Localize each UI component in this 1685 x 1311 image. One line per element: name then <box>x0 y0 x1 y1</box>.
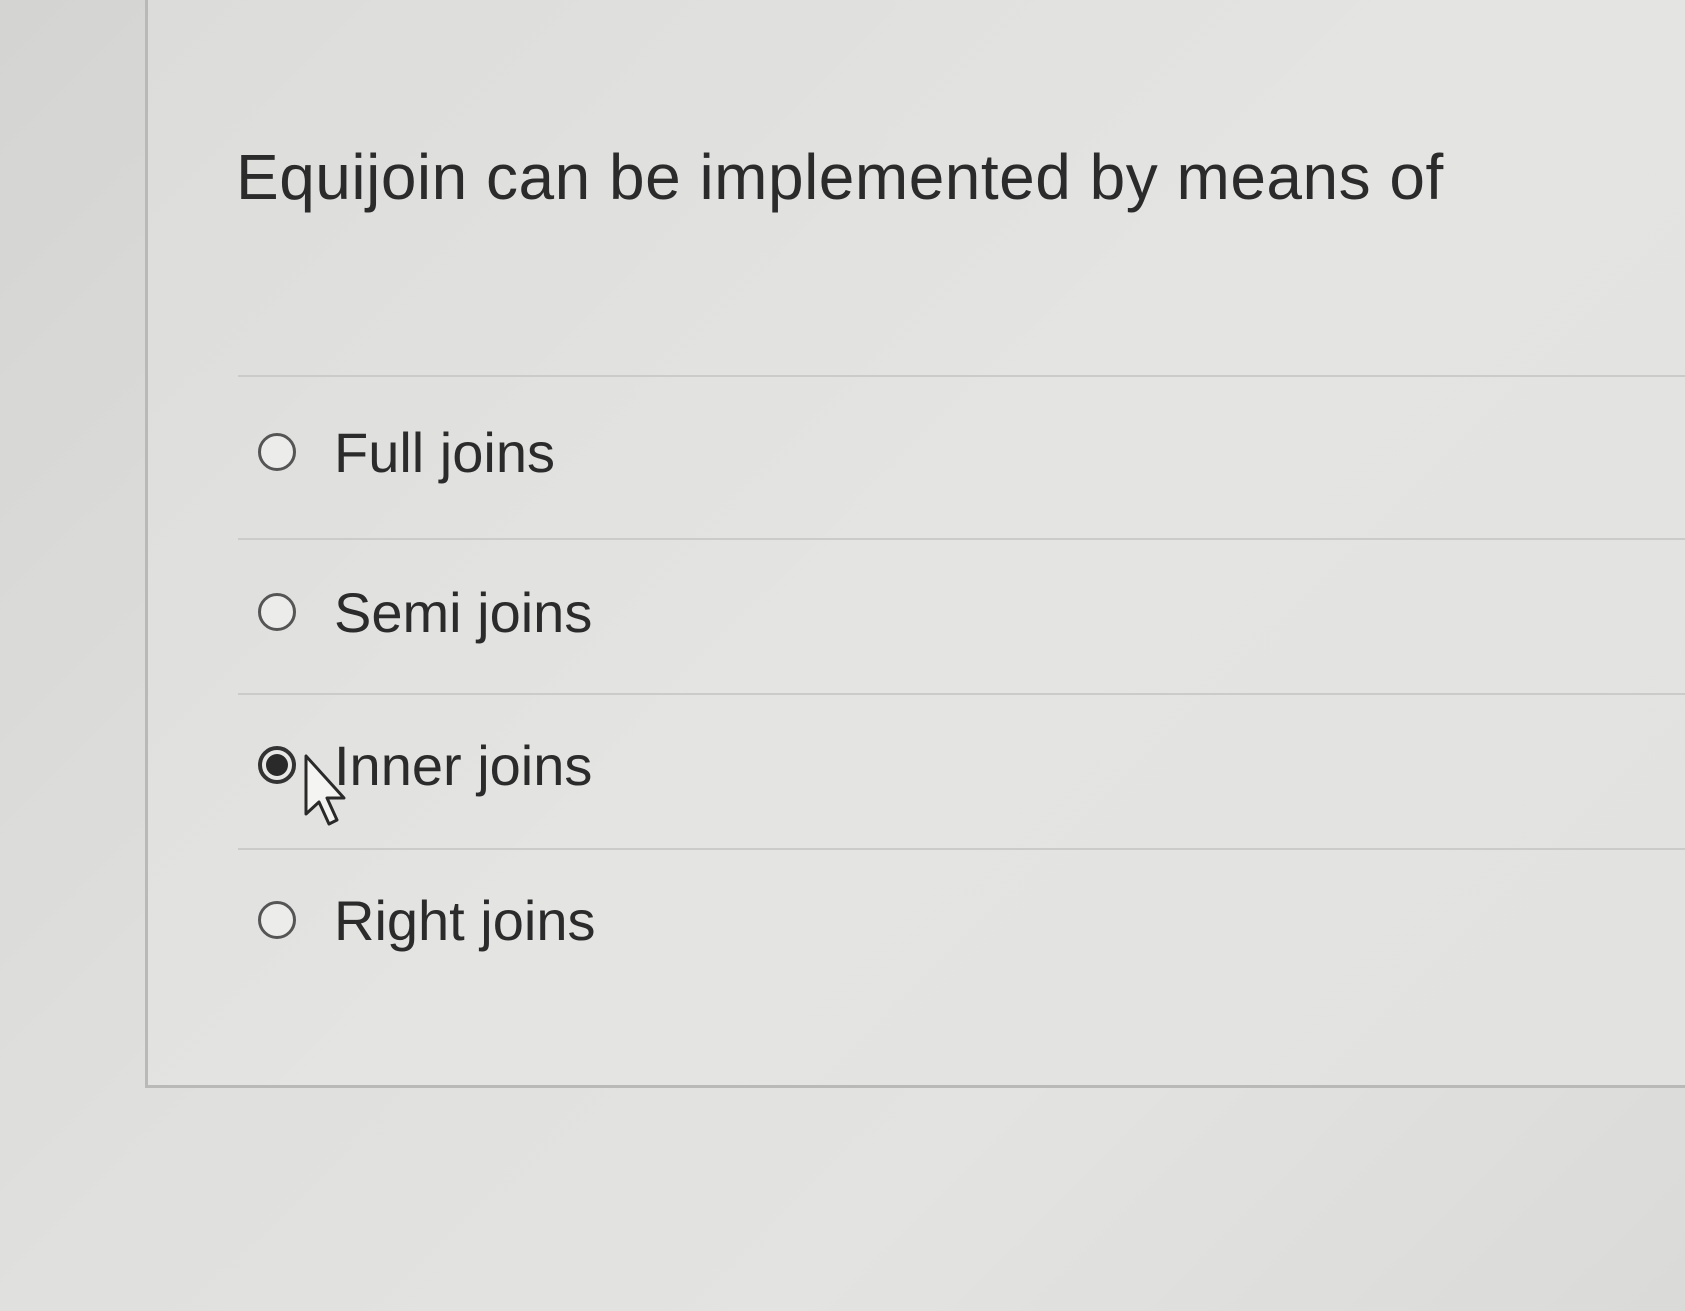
answer-option-full-joins[interactable]: Full joins <box>258 412 555 492</box>
answer-label: Right joins <box>334 888 596 952</box>
answer-option-right-joins[interactable]: Right joins <box>258 880 595 960</box>
quiz-question-panel: Equijoin can be implemented by means of … <box>145 0 1685 1088</box>
radio-button-selected[interactable] <box>258 746 296 784</box>
answer-option-semi-joins[interactable]: Semi joins <box>258 572 592 652</box>
page-background: Equijoin can be implemented by means of … <box>0 0 1685 1311</box>
answer-label: Inner joins <box>334 733 593 797</box>
answer-option-inner-joins[interactable]: Inner joins <box>258 725 592 805</box>
radio-button[interactable] <box>258 901 296 939</box>
answer-label: Semi joins <box>334 580 593 644</box>
answer-label: Full joins <box>334 420 555 484</box>
radio-button[interactable] <box>258 433 296 471</box>
answer-list: Full joins Semi joins Inner joins Right … <box>148 0 1685 1085</box>
radio-button[interactable] <box>258 593 296 631</box>
